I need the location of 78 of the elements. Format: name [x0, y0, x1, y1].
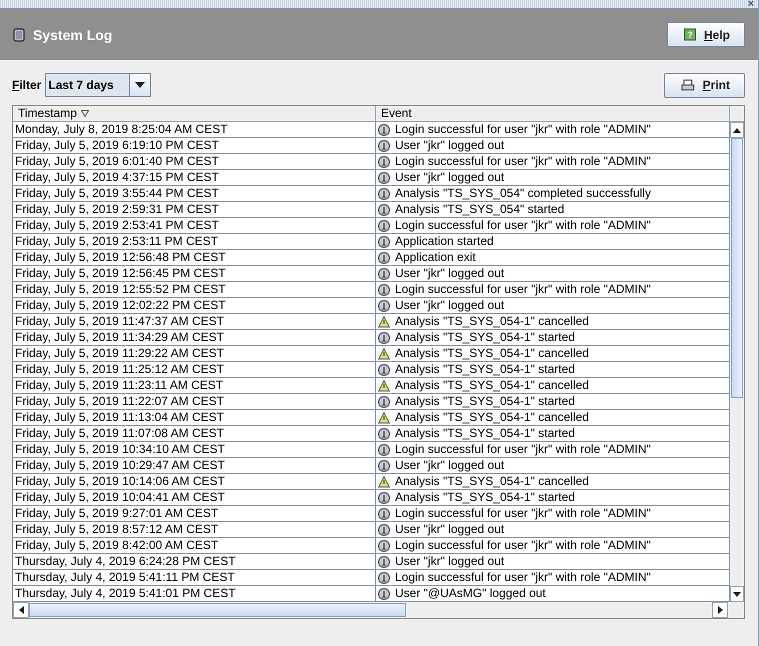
table-cell: Friday, July 5, 2019 11:25:12 AM CEST — [13, 362, 376, 378]
scroll-down-icon[interactable] — [733, 592, 741, 596]
filter-dropdown[interactable]: Last 7 days — [45, 73, 152, 97]
table-cell: Friday, July 5, 2019 11:29:22 AM CEST — [13, 346, 376, 362]
event-text: Analysis "TS_SYS_054-1" started — [395, 426, 575, 441]
event-text: Application exit — [395, 250, 476, 265]
event-text: Analysis "TS_SYS_054" completed successfully — [395, 186, 651, 201]
event-text: Analysis "TS_SYS_054-1" started — [395, 362, 575, 377]
table-cell: Friday, July 5, 2019 8:42:00 AM CEST — [13, 538, 376, 554]
event-text: Login successful for user "jkr" with role "ADMIN" — [395, 154, 651, 169]
scroll-left-icon[interactable] — [18, 606, 24, 614]
help-icon: ? — [684, 28, 696, 41]
table-cell: Friday, July 5, 2019 11:07:08 AM CEST — [13, 426, 376, 442]
window-title: System Log — [33, 26, 112, 42]
table-cell: Friday, July 5, 2019 10:34:10 AM CEST — [13, 442, 376, 458]
table-cell: Friday, July 5, 2019 2:59:31 PM CEST — [13, 202, 376, 218]
event-text: User "jkr" logged out — [395, 458, 504, 473]
table-cell: Friday, July 5, 2019 2:53:41 PM CEST — [13, 218, 376, 234]
table-cell: Friday, July 5, 2019 11:13:04 AM CEST — [13, 410, 376, 426]
event-text: User "jkr" logged out — [395, 554, 504, 569]
log-icon — [13, 28, 25, 42]
table-cell: Thursday, July 4, 2019 5:41:11 PM CEST — [13, 570, 376, 586]
table-cell: Friday, July 5, 2019 11:22:07 AM CEST — [13, 394, 376, 410]
event-text: User "jkr" logged out — [395, 266, 504, 281]
table-cell: Friday, July 5, 2019 12:02:22 PM CEST — [13, 298, 376, 314]
table-cell: Friday, July 5, 2019 8:57:12 AM CEST — [13, 522, 376, 538]
table-cell: Friday, July 5, 2019 10:29:47 AM CEST — [13, 458, 376, 474]
vertical-scrollbar[interactable] — [730, 122, 744, 602]
event-text: User "@UAsMG" logged out — [395, 586, 546, 601]
scroll-up-icon[interactable] — [733, 128, 741, 132]
table-cell: Friday, July 5, 2019 12:56:48 PM CEST — [13, 250, 376, 266]
table-cell: Friday, July 5, 2019 3:55:44 PM CEST — [13, 186, 376, 202]
caret-icon — [135, 82, 146, 88]
table-cell: Friday, July 5, 2019 11:47:37 AM CEST — [13, 314, 376, 330]
column-header[interactable]: Timestamp — [13, 106, 376, 121]
event-text: Analysis "TS_SYS_054-1" cancelled — [395, 346, 589, 361]
event-text: Analysis "TS_SYS_054-1" started — [395, 394, 575, 409]
horizontal-scrollbar[interactable] — [13, 602, 728, 618]
filter-label: Filter — [12, 78, 42, 92]
event-text: User "jkr" logged out — [395, 298, 504, 313]
event-text: Login successful for user "jkr" with role "ADMIN" — [395, 282, 651, 297]
event-text: Analysis "TS_SYS_054-1" cancelled — [395, 378, 589, 393]
event-text: Application started — [395, 234, 494, 249]
printer-icon — [681, 78, 695, 92]
column-header[interactable]: Event — [376, 106, 730, 121]
event-text: Analysis "TS_SYS_054-1" cancelled — [395, 474, 589, 489]
table-cell: Thursday, July 4, 2019 6:24:28 PM CEST — [13, 554, 376, 570]
table-cell: Friday, July 5, 2019 4:37:15 PM CEST — [13, 170, 376, 186]
event-text: Analysis "TS_SYS_054-1" cancelled — [395, 314, 589, 329]
event-text: User "jkr" logged out — [395, 138, 504, 153]
event-text: Login successful for user "jkr" with role "ADMIN" — [395, 538, 651, 553]
table-cell: Friday, July 5, 2019 10:04:41 AM CEST — [13, 490, 376, 506]
table-cell: Friday, July 5, 2019 2:53:11 PM CEST — [13, 234, 376, 250]
event-text: User "jkr" logged out — [395, 170, 504, 185]
event-text: Analysis "TS_SYS_054" started — [395, 202, 564, 217]
event-text: Login successful for user "jkr" with role "ADMIN" — [395, 218, 651, 233]
table-cell: Friday, July 5, 2019 12:56:45 PM CEST — [13, 266, 376, 282]
table-cell: Monday, July 8, 2019 8:25:04 AM CEST — [13, 122, 376, 138]
table-cell: Friday, July 5, 2019 11:23:11 AM CEST — [13, 378, 376, 394]
sort-icon — [80, 110, 89, 117]
help-button[interactable]: ? Help — [667, 22, 745, 47]
event-text: Analysis "TS_SYS_054-1" started — [395, 490, 575, 505]
table-cell: Friday, July 5, 2019 10:14:06 AM CEST — [13, 474, 376, 490]
event-text: Login successful for user "jkr" with role "ADMIN" — [395, 122, 651, 137]
close-button[interactable]: × — [748, 0, 758, 8]
event-text: Login successful for user "jkr" with role "ADMIN" — [395, 442, 651, 457]
print-button[interactable]: Print — [664, 72, 745, 98]
table-cell: Friday, July 5, 2019 6:01:40 PM CEST — [13, 154, 376, 170]
table-cell: Friday, July 5, 2019 12:55:52 PM CEST — [13, 282, 376, 298]
table-cell: Friday, July 5, 2019 6:19:10 PM CEST — [13, 138, 376, 154]
event-text: Login successful for user "jkr" with role "ADMIN" — [395, 506, 651, 521]
event-text: Login successful for user "jkr" with role "ADMIN" — [395, 570, 651, 585]
event-text: Analysis "TS_SYS_054-1" started — [395, 330, 575, 345]
table-cell: Friday, July 5, 2019 11:34:29 AM CEST — [13, 330, 376, 346]
event-text: Analysis "TS_SYS_054-1" cancelled — [395, 410, 589, 425]
scroll-right-icon[interactable] — [718, 606, 723, 614]
event-text: User "jkr" logged out — [395, 522, 504, 537]
table-cell: Friday, July 5, 2019 9:27:01 AM CEST — [13, 506, 376, 522]
